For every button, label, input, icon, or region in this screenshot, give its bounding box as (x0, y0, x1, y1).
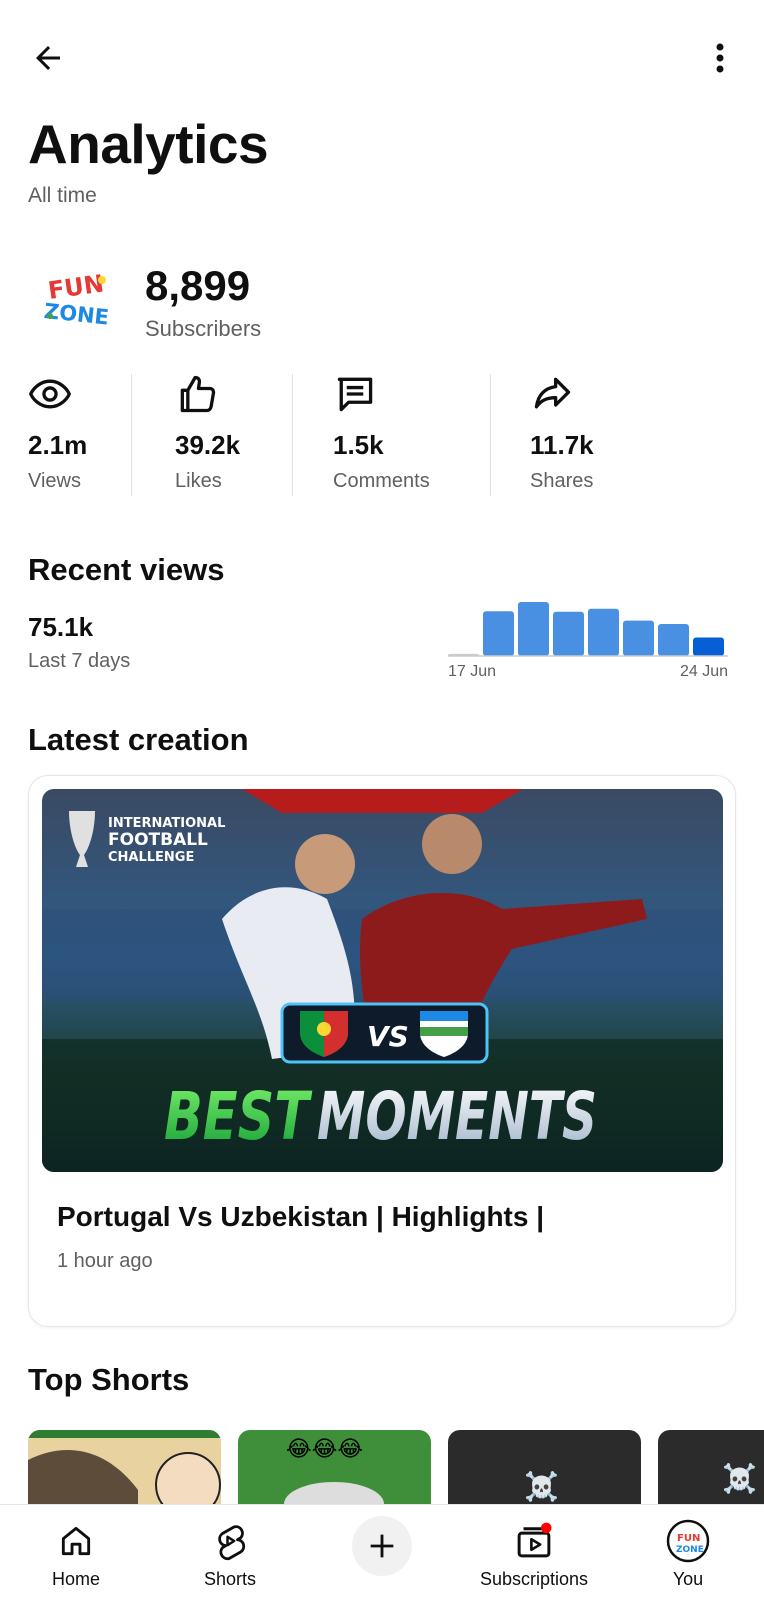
stat-label: Comments (333, 470, 430, 492)
eye-icon (28, 379, 72, 409)
plus-icon (370, 1534, 394, 1558)
nav-home[interactable]: Home (6, 1505, 146, 1600)
svg-text:FUN: FUN (677, 1533, 700, 1544)
x-tick-label: 24 Jun (680, 663, 728, 680)
vs-panel: VS (280, 1002, 489, 1064)
notification-dot (541, 1522, 552, 1534)
home-icon (61, 1526, 91, 1556)
top-shorts-title: Top Shorts (28, 1362, 190, 1397)
subscriptions-icon (517, 1522, 552, 1558)
short-thumbnail[interactable] (28, 1430, 221, 1504)
stat-likes[interactable]: 39.2k Likes (175, 372, 285, 497)
nav-subscriptions[interactable]: Subscriptions (464, 1505, 604, 1600)
nav-label: Shorts (203, 1569, 257, 1589)
arrow-left-icon (36, 46, 60, 70)
top-shorts-row: 😂😂😂 ☠️ ☠️ (28, 1430, 764, 1504)
stat-value: 11.7k (530, 430, 594, 460)
latest-creation-card[interactable]: INTERNATIONAL FOOTBALL CHALLENGE VS BEST… (28, 775, 736, 1327)
views-bar (483, 611, 514, 656)
channel-logo: FUN ZONE (43, 269, 110, 330)
create-button[interactable] (352, 1516, 412, 1576)
views-bar (658, 623, 689, 656)
stat-shares[interactable]: 11.7k Shares (530, 372, 640, 497)
recent-views-chart[interactable]: 17 Jun 24 Jun (448, 600, 738, 694)
subscriber-label: Subscribers (145, 316, 262, 341)
views-bar (588, 608, 619, 656)
stat-divider (292, 374, 293, 496)
short-thumbnail[interactable]: 😂😂😂 (238, 1430, 431, 1504)
stat-views[interactable]: 2.1m Views (28, 372, 128, 497)
recent-views-title: Recent views (28, 552, 225, 587)
avatar: FUN ZONE (666, 1519, 710, 1563)
views-bar (693, 637, 724, 656)
svg-text:MOMENTS: MOMENTS (317, 1078, 597, 1155)
short-thumbnail[interactable]: ☠️ (448, 1430, 641, 1504)
stat-comments[interactable]: 1.5k Comments (333, 372, 473, 497)
page-subtitle: All time (28, 184, 97, 207)
share-icon (534, 377, 571, 409)
stat-label: Views (28, 470, 81, 492)
nav-label: You (672, 1569, 704, 1589)
recent-views-period: Last 7 days (28, 650, 131, 672)
stat-value: 1.5k (333, 430, 384, 460)
thumbs-up-icon (180, 375, 216, 413)
page-title: Analytics (28, 113, 269, 175)
stats-row: 2.1m Views 39.2k Likes 1.5k Comments 11.… (0, 372, 764, 497)
back-button[interactable] (26, 36, 70, 80)
svg-text:😂😂😂: 😂😂😂 (286, 1436, 363, 1461)
stat-label: Shares (530, 470, 594, 492)
svg-text:☠️: ☠️ (722, 1462, 757, 1495)
views-bar (623, 620, 654, 656)
latest-creation-title: Latest creation (28, 722, 249, 757)
svg-text:VS: VS (367, 1020, 409, 1053)
video-time: 1 hour ago (57, 1250, 153, 1272)
top-bar (0, 0, 764, 110)
views-bar (553, 611, 584, 656)
svg-text:BEST: BEST (164, 1078, 313, 1155)
nav-shorts[interactable]: Shorts (160, 1505, 300, 1600)
recent-views-value: 75.1k (28, 612, 94, 642)
subscriber-count: 8,899 (145, 262, 251, 309)
stat-value: 2.1m (28, 430, 88, 460)
stat-divider (131, 374, 132, 496)
stat-divider (490, 374, 491, 496)
svg-text:CHALLENGE: CHALLENGE (108, 850, 194, 865)
svg-text:ZONE: ZONE (676, 1545, 704, 1555)
comment-icon (337, 377, 373, 412)
video-title[interactable]: Portugal Vs Uzbekistan | Highlights | (57, 1201, 544, 1233)
more-vertical-icon (716, 43, 724, 73)
svg-text:INTERNATIONAL: INTERNATIONAL (108, 816, 225, 831)
nav-label: Home (51, 1569, 100, 1589)
svg-text:☠️: ☠️ (524, 1470, 559, 1503)
video-thumbnail[interactable]: INTERNATIONAL FOOTBALL CHALLENGE VS BEST… (42, 789, 723, 1172)
svg-text:ZONE: ZONE (43, 299, 110, 330)
short-thumbnail[interactable]: ☠️ (658, 1430, 764, 1504)
x-tick-label: 17 Jun (448, 663, 496, 680)
nav-label: Subscriptions (479, 1569, 589, 1589)
shorts-icon (218, 1525, 246, 1561)
stat-value: 39.2k (175, 430, 241, 460)
svg-text:FOOTBALL: FOOTBALL (108, 830, 208, 850)
stat-label: Likes (175, 470, 222, 492)
views-bar (518, 602, 549, 656)
more-options-button[interactable] (700, 36, 740, 80)
nav-you[interactable]: FUN ZONE You (618, 1505, 758, 1600)
